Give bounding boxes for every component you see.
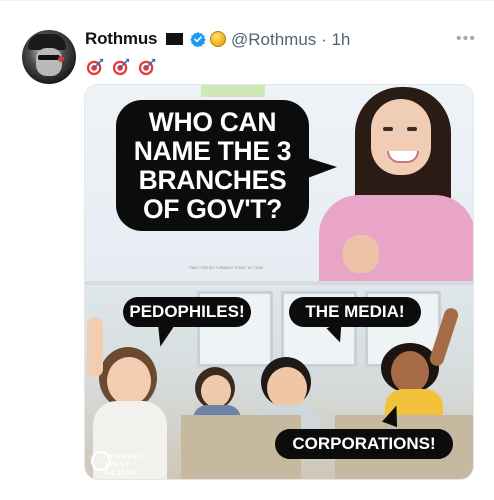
- avatar-glasses: [38, 55, 60, 60]
- handle-and-time[interactable]: @Rothmus · 1h: [231, 30, 350, 50]
- teacher-face: [371, 99, 431, 175]
- avatar-face: [36, 48, 62, 76]
- gold-badge-icon: [210, 31, 226, 47]
- display-name[interactable]: Rothmus: [85, 29, 157, 49]
- separator: ·: [321, 30, 327, 49]
- teacher-eye: [407, 127, 417, 131]
- student-face: [201, 375, 231, 407]
- student-face: [391, 351, 429, 393]
- question-line: OF GOV'T?: [142, 194, 283, 224]
- dart-target-icon: [138, 58, 156, 76]
- speech-bubble-tail: [305, 157, 337, 179]
- answer-bubble-pedophiles: PEDOPHILES!: [123, 297, 251, 327]
- tweet-image[interactable]: WHO CAN NAME THE 3 BRANCHES OF GOV'T? PA…: [84, 84, 474, 480]
- dart-target-icon: [112, 58, 130, 76]
- top-divider: [0, 0, 494, 1]
- raised-hand: [87, 317, 103, 377]
- black-flag-icon: [166, 33, 183, 45]
- teacher-pointing-hand: [343, 235, 379, 273]
- question-line: NAME THE 3: [133, 136, 292, 166]
- handle[interactable]: @Rothmus: [231, 30, 316, 49]
- teacher-shirt: [319, 195, 473, 281]
- teacher-eye: [383, 127, 393, 131]
- teacher-speech-bubble: WHO CAN NAME THE 3 BRANCHES OF GOV'T?: [116, 100, 309, 231]
- student-face: [267, 367, 307, 409]
- turning-point-logo: TURNING POINT ACTION: [91, 449, 149, 477]
- answer-bubble-corporations: CORPORATIONS!: [275, 429, 453, 459]
- whiteboard-strip: [201, 85, 265, 97]
- question-line: BRANCHES: [138, 165, 287, 195]
- answer-bubble-media: THE MEDIA!: [289, 297, 421, 327]
- more-options-icon[interactable]: •••: [456, 30, 476, 48]
- dart-target-icon: [86, 58, 104, 76]
- logo-text: POINT ACTION: [105, 460, 137, 477]
- question-line: WHO CAN: [148, 107, 277, 137]
- verified-icon[interactable]: [190, 31, 206, 47]
- avatar[interactable]: [22, 30, 76, 84]
- avatar-red-dot: [58, 56, 64, 62]
- student-face: [107, 357, 151, 405]
- timestamp[interactable]: 1h: [331, 30, 350, 49]
- fine-print: PAID FOR BY TURNING POINT ACTION: [189, 265, 263, 270]
